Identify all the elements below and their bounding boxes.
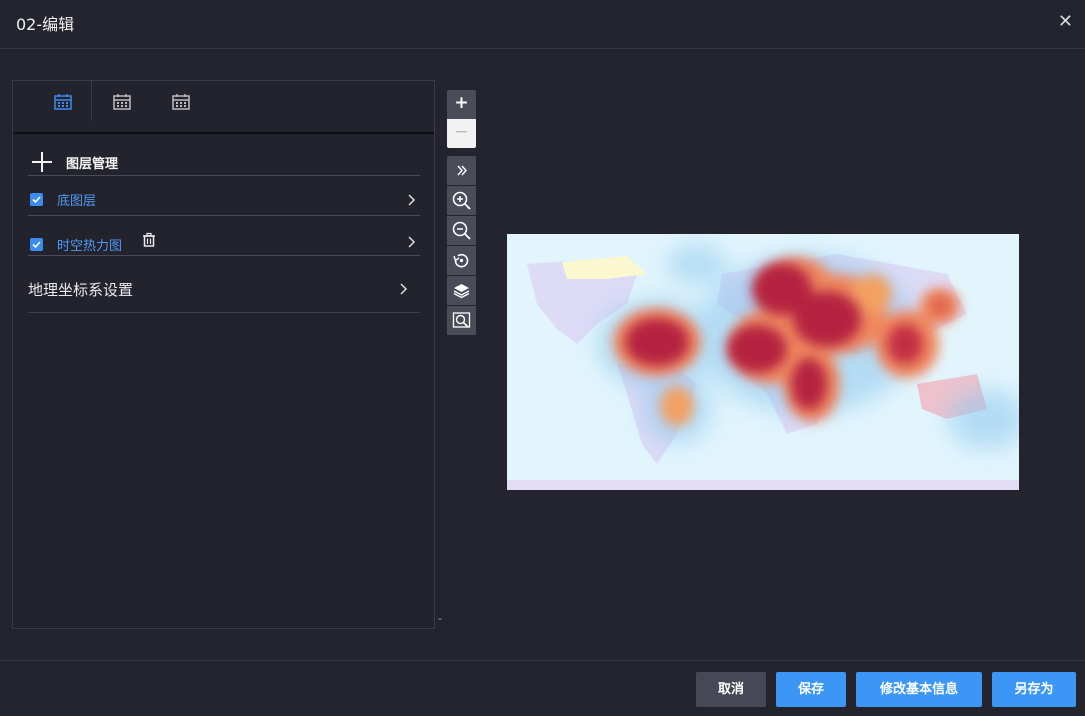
calendar-icon[interactable] [111,91,133,113]
zoom-out-button[interactable]: − [447,119,476,148]
world-map-heatmap [507,234,1019,490]
layer-manager-header: 图层管理 [28,147,420,176]
reset-icon[interactable] [447,246,476,275]
search-icon[interactable] [447,306,476,335]
geo-settings-label: 地理坐标系设置 [28,281,134,299]
dialog-footer: 取消 保存 修改基本信息 另存为 [0,660,1085,716]
chevron-right-icon[interactable] [406,234,416,248]
layer-item-heatmap[interactable]: 时空热力图 [28,217,420,256]
layer-manager-title: 图层管理 [66,157,119,172]
calendar-icon[interactable] [170,91,192,113]
chevron-right-icon[interactable] [398,281,408,295]
save-as-button[interactable]: 另存为 [992,672,1076,707]
save-button[interactable]: 保存 [776,672,846,707]
geo-coordinate-settings[interactable]: 地理坐标系设置 [28,267,420,313]
plus-icon[interactable] [30,150,54,174]
dialog-header: 02-编辑 ✕ [0,0,1085,49]
map-toolbar: + − [447,90,477,335]
base-layer-label: 底图层 [57,194,97,209]
tab-separator [91,81,92,121]
cancel-button[interactable]: 取消 [696,672,766,707]
trash-icon[interactable] [141,232,157,248]
expand-icon[interactable] [447,156,476,185]
panel-resize-marker: - [438,612,442,625]
panel-tabs [13,81,434,134]
layers-icon[interactable] [447,276,476,305]
chevron-right-icon[interactable] [406,192,416,206]
heatmap-map[interactable] [507,234,1019,490]
modify-info-button[interactable]: 修改基本信息 [856,672,982,707]
base-layer-checkbox[interactable] [30,193,43,206]
layer-item-base[interactable]: 底图层 [28,177,420,216]
calendar-icon[interactable] [52,91,74,113]
zoom-in-button[interactable]: + [447,90,476,119]
zoom-in-icon[interactable] [447,186,476,215]
close-icon[interactable]: ✕ [1058,11,1073,33]
layer-panel: 图层管理 底图层 时空热力图 地理坐标系设置 [12,80,435,629]
heatmap-layer-checkbox[interactable] [30,238,43,251]
heatmap-layer-label: 时空热力图 [57,239,123,254]
dialog-title: 02-编辑 [16,15,75,34]
zoom-out-icon[interactable] [447,216,476,245]
